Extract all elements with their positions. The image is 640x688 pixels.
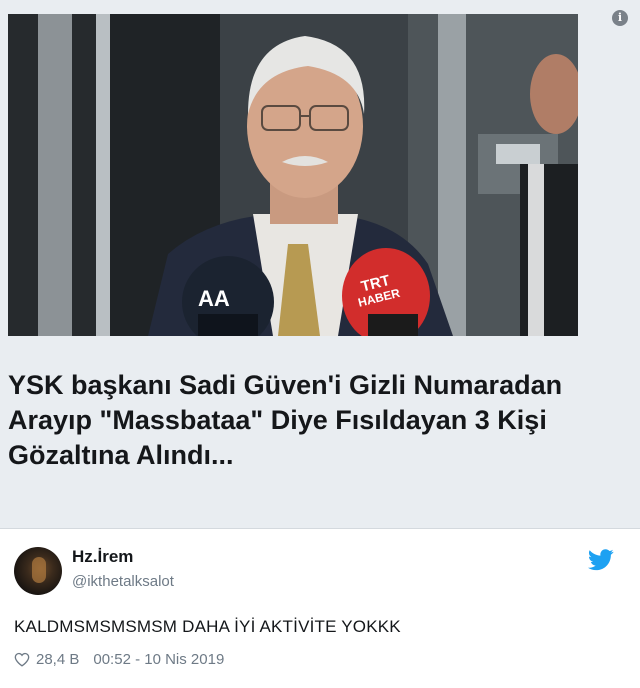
user-handle[interactable]: @ikthetalksalot bbox=[72, 573, 174, 590]
tweet: Hz.İrem @ikthetalksalot KALDMSMSMSMSM DA… bbox=[0, 529, 640, 688]
like-count[interactable]: 28,4 B bbox=[36, 651, 79, 668]
twitter-bird-icon[interactable] bbox=[588, 549, 614, 571]
news-headline[interactable]: YSK başkanı Sadi Güven'i Gizli Numaradan… bbox=[8, 368, 633, 473]
tweet-timestamp[interactable]: 00:52 - 10 Nis 2019 bbox=[93, 651, 224, 668]
user-name[interactable]: Hz.İrem bbox=[72, 547, 133, 567]
tweet-text: KALDMSMSMSMSM DAHA İYİ AKTİVİTE YOKKK bbox=[14, 617, 401, 636]
mic-aa-label: AA bbox=[198, 286, 230, 311]
avatar[interactable] bbox=[14, 547, 62, 595]
news-card[interactable]: AA TRT HABER i YSK başkanı Sadi Güven'i … bbox=[0, 0, 640, 529]
heart-icon[interactable] bbox=[14, 652, 30, 667]
info-icon[interactable]: i bbox=[612, 10, 628, 26]
tweet-meta: 28,4 B 00:52 - 10 Nis 2019 bbox=[14, 651, 224, 668]
news-photo: AA TRT HABER bbox=[8, 14, 578, 336]
